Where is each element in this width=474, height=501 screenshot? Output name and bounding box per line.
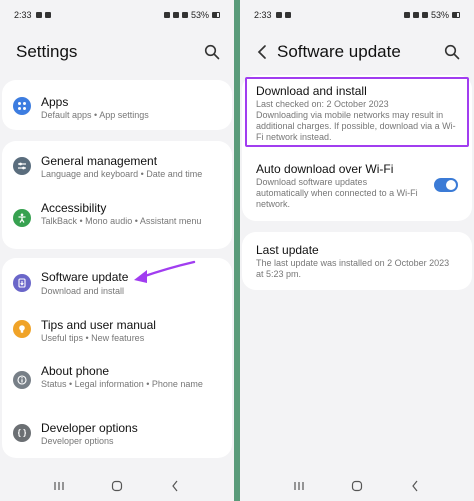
navigation-bar (240, 471, 474, 501)
settings-item-title: Apps (41, 95, 69, 109)
settings-screen: 2:33 53% Settings Apps Default apps • Ap… (0, 0, 234, 501)
back-arrow-icon[interactable] (256, 44, 268, 60)
last-update-subtitle: The last update was installed on 2 Octob… (256, 258, 450, 279)
home-icon (111, 480, 123, 492)
apps-icon (13, 97, 31, 115)
battery-icon (212, 12, 220, 18)
search-icon[interactable] (204, 44, 220, 60)
battery-percent: 53% (190, 10, 209, 20)
recents-button[interactable] (289, 476, 309, 496)
settings-group-general: General management Language and keyboard… (2, 141, 232, 249)
settings-item-title: Software update (41, 270, 129, 284)
accessibility-icon (13, 209, 31, 227)
battery-percent: 53% (430, 10, 449, 20)
settings-item-subtitle: Language and keyboard • Date and time (41, 169, 203, 179)
settings-item-subtitle: TalkBack • Mono audio • Assistant menu (41, 216, 202, 226)
settings-item-title: General management (41, 154, 158, 168)
status-time: 2:33 (14, 10, 32, 20)
home-button[interactable] (107, 476, 127, 496)
settings-item-general-management[interactable]: General management Language and keyboard… (2, 141, 232, 189)
back-nav-button[interactable] (405, 476, 425, 496)
battery-icon (452, 12, 460, 18)
braces-icon (13, 424, 31, 442)
last-update-title: Last update (256, 243, 319, 257)
search-icon[interactable] (444, 44, 460, 60)
recents-button[interactable] (49, 476, 69, 496)
back-icon (172, 480, 178, 492)
software-update-screen: 2:33 53% Software update Download and in… (240, 0, 474, 501)
settings-item-accessibility[interactable]: Accessibility TalkBack • Mono audio • As… (2, 189, 232, 249)
last-update-card: Last update The last update was installe… (242, 232, 472, 290)
annotation-arrow-icon (134, 260, 196, 283)
notification-icon (275, 12, 282, 18)
settings-item-subtitle: Developer options (41, 436, 114, 446)
settings-item-title: Accessibility (41, 201, 107, 215)
status-bar: 2:33 53% (14, 8, 220, 22)
settings-group-apps: Apps Default apps • App settings (2, 80, 232, 130)
recents-icon (294, 482, 304, 490)
highlight-box (245, 77, 469, 147)
settings-group-support: Software update Download and install Tip… (2, 258, 232, 458)
alarm-icon (163, 12, 170, 18)
home-button[interactable] (347, 476, 367, 496)
info-icon (13, 371, 31, 389)
back-icon (412, 480, 418, 492)
navigation-bar (0, 471, 234, 501)
back-nav-button[interactable] (165, 476, 185, 496)
gallery-icon (284, 12, 291, 18)
page-title: Software update (277, 42, 401, 61)
settings-item-tips[interactable]: Tips and user manual Useful tips • New f… (2, 306, 232, 352)
wifi-icon (412, 12, 419, 18)
page-title: Settings (16, 42, 78, 61)
alarm-icon (403, 12, 410, 18)
settings-item-title: Tips and user manual (41, 318, 156, 332)
notification-icons (35, 12, 51, 18)
status-bar: 2:33 53% (254, 8, 460, 22)
auto-download-title: Auto download over Wi-Fi (256, 162, 394, 176)
software-update-icon (13, 274, 31, 292)
settings-item-subtitle: Default apps • App settings (41, 110, 149, 120)
settings-item-title: Developer options (41, 421, 138, 435)
last-update-item[interactable]: Last update The last update was installe… (242, 232, 472, 290)
auto-download-toggle[interactable] (434, 178, 458, 192)
signal-icon (181, 12, 188, 18)
notification-icon (35, 12, 42, 18)
notification-icons (275, 12, 291, 18)
settings-item-subtitle: Status • Legal information • Phone name (41, 379, 203, 389)
lightbulb-icon (13, 320, 31, 338)
settings-item-about-phone[interactable]: About phone Status • Legal information •… (2, 352, 232, 408)
system-icons: 53% (403, 10, 460, 20)
settings-item-apps[interactable]: Apps Default apps • App settings (2, 80, 232, 130)
wifi-icon (172, 12, 179, 18)
settings-item-developer-options[interactable]: Developer options Developer options (2, 410, 232, 456)
status-time: 2:33 (254, 10, 272, 20)
system-icons: 53% (163, 10, 220, 20)
sliders-icon (13, 157, 31, 175)
settings-item-subtitle: Useful tips • New features (41, 333, 145, 343)
signal-icon (421, 12, 428, 18)
home-icon (351, 480, 363, 492)
gallery-icon (44, 12, 51, 18)
settings-item-title: About phone (41, 364, 110, 378)
auto-download-subtitle: Download software updates automatically … (256, 177, 418, 209)
recents-icon (54, 482, 64, 490)
